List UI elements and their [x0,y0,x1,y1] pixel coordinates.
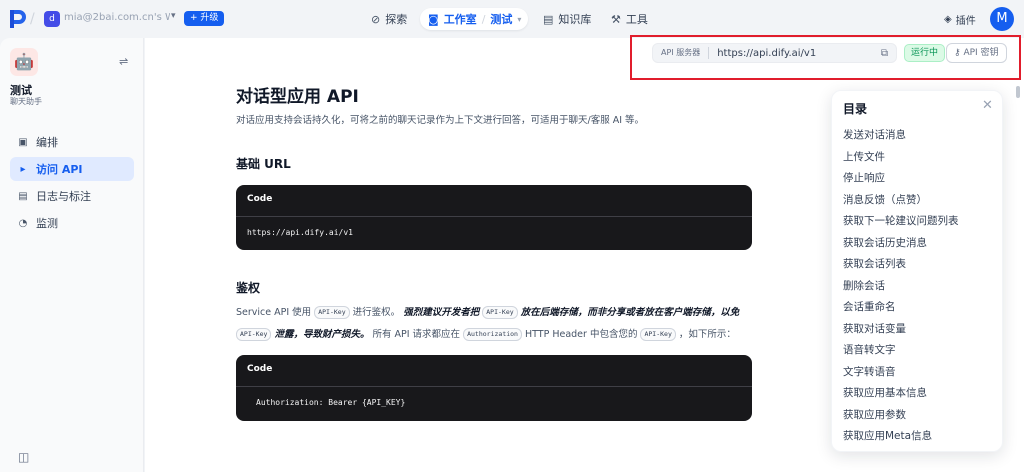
nav-studio-label: 工作室 [443,13,477,26]
toc-item[interactable]: 获取对话变量 [843,321,959,343]
toc-item[interactable]: 获取应用基本信息 [843,385,959,407]
book-icon: ▤ [543,12,554,26]
api-doc: 对话型应用 API 对话应用支持会话持久化，可将之前的聊天记录作为上下文进行回答… [236,82,752,421]
nav-explore[interactable]: ⊘ 探索 [371,9,407,29]
upgrade-label: 升级 [200,13,219,23]
toc-item[interactable]: 获取会话列表 [843,256,959,278]
toc-item[interactable]: 停止响应 [843,170,959,192]
toc-item[interactable]: 文字转语音 [843,364,959,386]
sidebar-item-monitor[interactable]: ◔ 监测 [10,211,134,235]
nav-explore-label: 探索 [385,13,408,26]
toc-title: 目录 [843,102,868,116]
nav-divider: / [481,12,486,26]
toc-item[interactable]: 消息反馈（点赞） [843,192,959,214]
workspace-avatar[interactable]: d [44,11,60,27]
sidebar-item-logs[interactable]: ▤ 日志与标注 [10,184,134,208]
toc-item[interactable]: 获取应用Meta信息 [843,428,959,450]
auth-code-block: Code Authorization: Bearer {API_KEY} [236,355,752,421]
dify-logo-icon[interactable] [10,10,26,28]
plugin-button[interactable]: ◈ 插件 [944,12,976,27]
layout-icon: ▣ [18,136,28,148]
top-bar: / d mia@2bai.com.cn's Wor... ▾ + 升级 ⊘ 探索… [0,0,1024,38]
toc-item[interactable]: 获取应用参数 [843,407,959,429]
terminal-icon: ▸ [20,163,26,175]
auth-text-segment: Service API 使用 [236,307,312,318]
code-chip: API-Key [314,306,350,319]
plugin-label: 插件 [955,16,976,27]
auth-text-segment: 所有 API 请求都应在 [372,329,461,340]
workspace-name[interactable]: mia@2bai.com.cn's Wor... [64,12,170,23]
chevron-down-icon[interactable]: ▾ [517,15,521,24]
toc-item[interactable]: 发送对话消息 [843,127,959,149]
copy-icon[interactable]: ⧉ [881,48,896,59]
collapse-sidebar-icon[interactable]: ◫ [18,450,29,464]
sidebar-item-api-access[interactable]: ▸ 访问 API [10,157,134,181]
sidebar: 🤖 ⇌ 测试 聊天助手 ▣ 编排 ▸ 访问 API ▤ 日志与标注 ◔ 监测 ◫ [0,38,144,472]
app-type: 聊天助手 [10,97,42,106]
user-avatar[interactable]: M [990,7,1014,31]
toc-item[interactable]: 获取下一轮建议问题列表 [843,213,959,235]
code-chip: API-Key [640,328,676,341]
upgrade-button[interactable]: + 升级 [184,11,225,26]
code-label: Code [236,355,752,387]
code-content[interactable]: https://api.dify.ai/v1 [236,217,752,248]
robot-app-icon: 🤖 [10,48,38,76]
api-server-url: https://api.dify.ai/v1 [717,47,817,59]
sidebar-item-orchestrate[interactable]: ▣ 编排 [10,130,134,154]
compass-icon: ⊘ [371,12,381,26]
status-badge: 运行中 [904,44,946,62]
intro-text: 对话应用支持会话持久化，可将之前的聊天记录作为上下文进行回答，可适用于聊天/客服… [236,115,645,126]
sidebar-menu: ▣ 编排 ▸ 访问 API ▤ 日志与标注 ◔ 监测 [10,130,134,238]
base-url-code-block: Code https://api.dify.ai/v1 [236,185,752,250]
api-key-button[interactable]: ⚷ API 密钥 [946,43,1007,63]
hammer-icon: ⚒ [611,12,621,26]
table-of-contents: 目录 ✕ 发送对话消息 上传文件 停止响应 消息反馈（点赞） 获取下一轮建议问题… [831,90,1003,452]
toc-item[interactable]: 语音转文字 [843,342,959,364]
toc-item[interactable]: 获取会话历史消息 [843,235,959,257]
nav-knowledge[interactable]: ▤ 知识库 [543,9,591,29]
toc-item[interactable]: 删除会话 [843,278,959,300]
sidebar-item-label: 日志与标注 [36,190,91,203]
sidebar-item-label: 访问 API [36,163,83,176]
auth-text-segment: 进行鉴权。 [352,307,401,318]
code-label: Code [236,185,752,217]
toc-item[interactable]: 上传文件 [843,149,959,171]
auth-paragraph: Service API 使用 API-Key 进行鉴权。 强烈建议开发者把 AP… [236,302,752,346]
auth-text-segment: HTTP Header 中包含您的 [525,329,638,340]
code-chip: Authorization [463,328,522,341]
api-key-label: API 密钥 [963,48,999,58]
key-icon: ⚷ [954,48,961,58]
auth-text-segment: ，如下所示： [678,329,736,340]
page-title: 对话型应用 API [236,87,359,107]
nav-studio[interactable]: ◙ 工作室 / 测试 ▾ [420,8,528,30]
nav-knowledge-label: 知识库 [558,13,592,26]
auth-warning-text: 泄露，导致财产损失。 [274,329,370,340]
chevron-down-icon[interactable]: ▾ [171,11,176,21]
nav-tools[interactable]: ⚒ 工具 [611,9,648,29]
settings-sliders-icon[interactable]: ⇌ [119,55,128,68]
nav-tools-label: 工具 [625,13,648,26]
nav-app-label[interactable]: 测试 [490,11,512,27]
api-server-tag: API 服务器 [653,47,710,59]
toc-item[interactable]: 会话重命名 [843,299,959,321]
sidebar-item-label: 编排 [36,136,58,149]
auth-heading: 鉴权 [236,281,261,295]
auth-warning-text: 放在后端存储，而非分享或者放在客户端存储，以免 [520,307,740,318]
base-url-heading: 基础 URL [236,157,291,171]
close-icon[interactable]: ✕ [982,98,993,113]
robot-icon: ◙ [428,12,439,26]
breadcrumb-divider: / [30,11,35,27]
api-server-bar: API 服务器 https://api.dify.ai/v1 ⧉ [652,43,897,63]
sidebar-item-label: 监测 [36,217,58,230]
auth-warning-text: 强烈建议开发者把 [403,307,480,318]
scrollbar[interactable] [1016,86,1020,98]
code-content[interactable]: Authorization: Bearer {API_KEY} [236,387,752,418]
code-chip: API-Key [482,306,518,319]
code-chip: API-Key [236,328,272,341]
gauge-icon: ◔ [18,217,28,229]
toc-list: 发送对话消息 上传文件 停止响应 消息反馈（点赞） 获取下一轮建议问题列表 获取… [843,127,959,450]
cube-icon: ◈ [944,14,952,25]
file-list-icon: ▤ [18,190,28,202]
